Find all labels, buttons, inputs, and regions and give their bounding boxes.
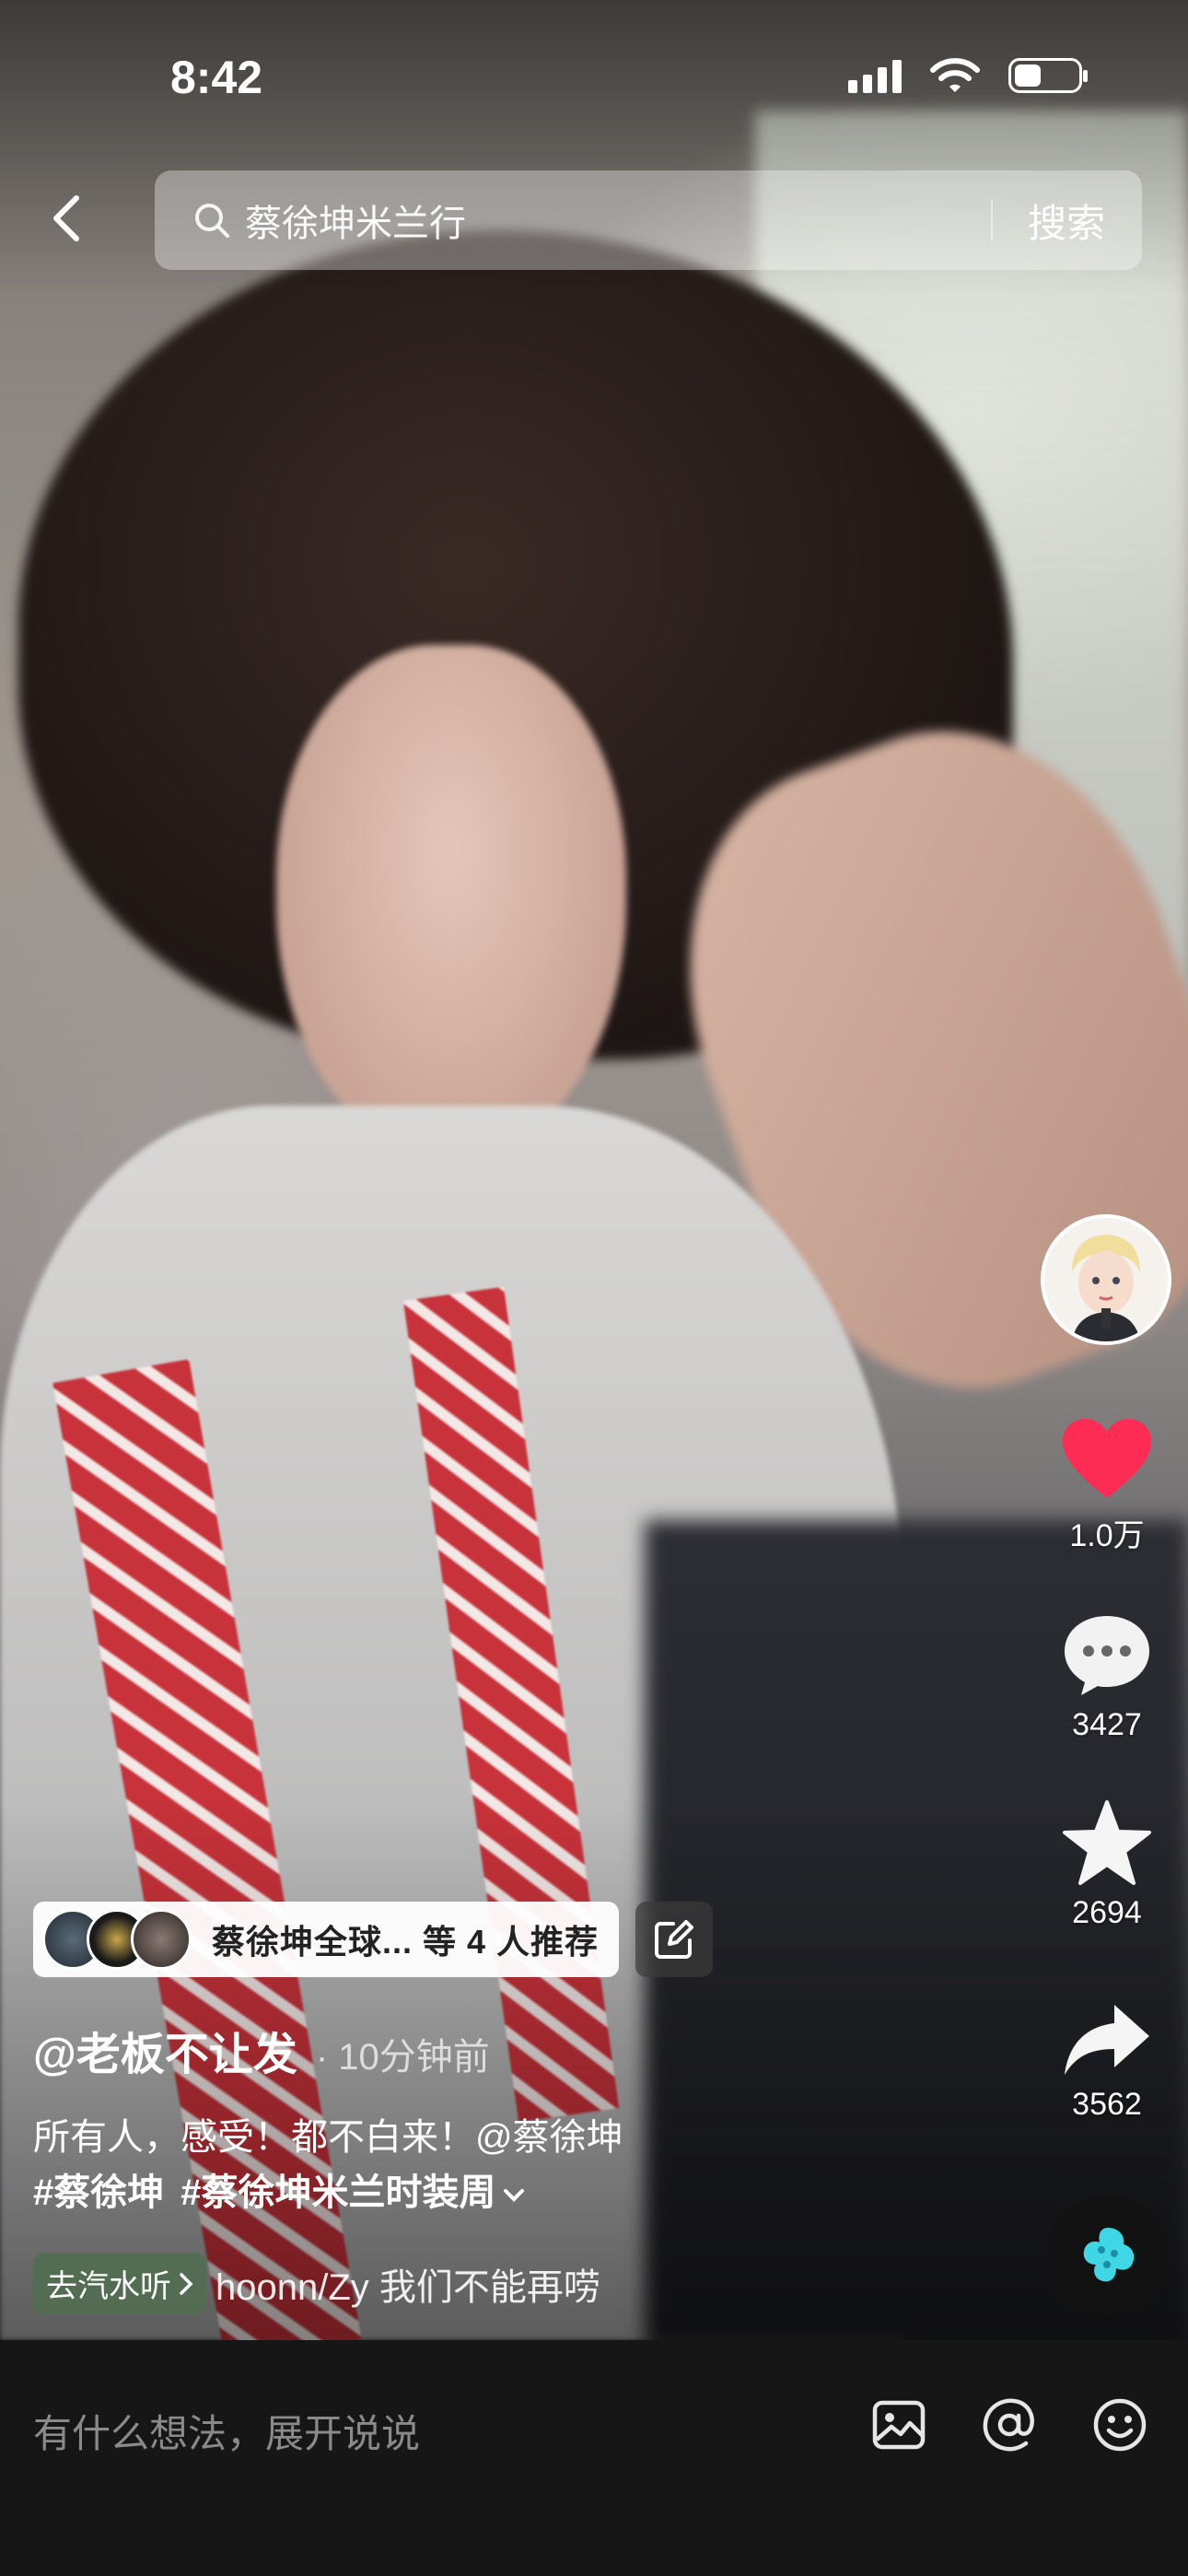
music-chip[interactable]: 去汽水听 [33,2254,206,2313]
hashtag[interactable]: #蔡徐坤 [33,2172,164,2213]
like-button[interactable]: 1.0万 [1041,1417,1173,1555]
hashtag-row: #蔡徐坤 #蔡徐坤米兰时装周 [33,2165,862,2220]
wifi-icon [930,58,980,92]
edit-icon [655,1920,693,1959]
emoji-icon[interactable] [1090,2395,1149,2454]
post-time: · 10分钟前 [315,2037,490,2078]
music-disc-icon [1083,2228,1135,2282]
recommender-avatar [131,1909,192,1970]
edit-button[interactable] [635,1902,713,1977]
search-icon [195,204,229,238]
music-disc[interactable] [1048,2195,1168,2314]
heart-icon [1063,1419,1151,1498]
battery-icon [1008,58,1088,93]
author-name[interactable]: @老板不让发 [33,2018,297,2082]
back-icon[interactable] [41,191,97,246]
music-row[interactable]: 去汽水听 hoonn/Zy 我们不能再唠 [33,2254,600,2313]
share-button[interactable]: 3562 [1041,1999,1173,2123]
status-time: 8:42 [170,52,263,103]
recommend-text: 蔡徐坤全球... 等 4 人推荐 [212,1923,600,1961]
favorite-count: 2694 [1072,1895,1142,1930]
comment-bar: 有什么想法，展开说说 [0,2340,1188,2576]
share-count: 3562 [1072,2087,1142,2122]
music-chip-label: 去汽水听 [46,2269,171,2304]
comment-count: 3427 [1072,1707,1142,1742]
recommender-avatars [42,1909,192,1970]
hashtag[interactable]: #蔡徐坤米兰时装周 [181,2172,495,2213]
like-count: 1.0万 [1069,1518,1145,1553]
post-caption: 所有人，感受！都不白来！@蔡徐坤 [33,2117,623,2158]
at-icon[interactable] [980,2395,1039,2454]
music-track: hoonn/Zy 我们不能再唠 [215,2266,600,2308]
comment-icon [1065,1616,1149,1695]
avatar-illustration [1044,1218,1168,1341]
video-player[interactable] [0,0,1188,2340]
favorite-button[interactable]: 2694 [1041,1798,1173,1931]
chevron-down-icon[interactable] [502,2186,526,2205]
comment-button[interactable]: 3427 [1041,1610,1173,1743]
status-icons [848,57,1088,94]
post-description: 所有人，感受！都不白来！@蔡徐坤 #蔡徐坤 #蔡徐坤米兰时装周 [33,2110,862,2220]
top-search-bar: 蔡徐坤米兰行 搜索 [0,170,1188,272]
search-button[interactable]: 搜索 [993,193,1142,249]
recommend-chip[interactable]: 蔡徐坤全球... 等 4 人推荐 [33,1902,619,1977]
image-icon[interactable] [869,2395,928,2454]
search-input[interactable]: 蔡徐坤米兰行 搜索 [155,170,1142,270]
chevron-right-icon [180,2272,193,2295]
share-icon [1065,2005,1149,2075]
star-icon [1063,1800,1151,1885]
search-query: 蔡徐坤米兰行 [245,204,466,244]
post-author-line: @老板不让发 · 10分钟前 [33,2018,490,2082]
cellular-signal-icon [848,58,902,93]
status-bar: 8:42 [0,0,1188,157]
comment-input[interactable]: 有什么想法，展开说说 [33,2403,420,2459]
author-avatar[interactable] [1041,1214,1171,1345]
